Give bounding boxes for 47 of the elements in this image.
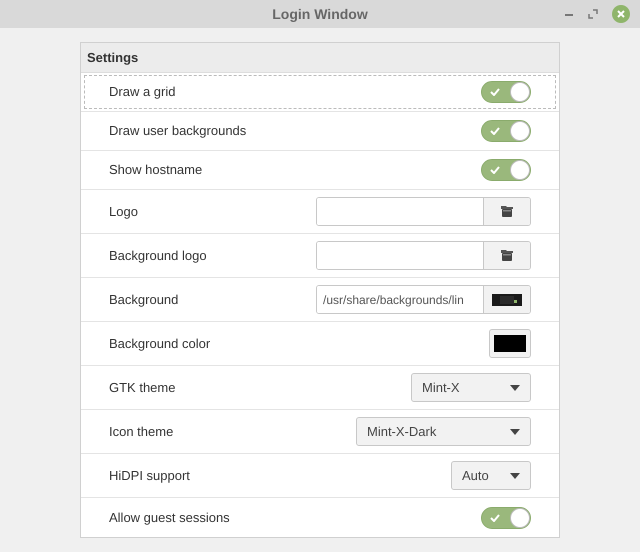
setting-row[interactable]: Logo (84, 192, 556, 231)
check-icon (490, 166, 500, 174)
setting-label: Background logo (109, 246, 207, 265)
section-title: Settings (87, 48, 138, 67)
browse-button[interactable] (483, 242, 530, 269)
setting-row[interactable]: HiDPI support Auto (84, 456, 556, 495)
setting-label: Allow guest sessions (109, 508, 230, 527)
setting-row[interactable]: Background logo (84, 236, 556, 275)
dropdown[interactable]: Mint-X (411, 373, 531, 402)
file-chooser[interactable]: /usr/share/backgrounds/lin (316, 285, 531, 314)
folder-icon (500, 205, 514, 218)
caret-icon (510, 384, 520, 390)
setting-label: Draw user backgrounds (109, 122, 246, 140)
setting-row[interactable]: Draw user backgrounds (84, 114, 556, 148)
toggle-switch[interactable] (481, 120, 531, 142)
check-icon (490, 88, 500, 96)
check-icon (490, 514, 500, 522)
check-icon (490, 127, 500, 135)
browse-button[interactable] (483, 198, 530, 225)
setting-row[interactable]: Draw a grid (84, 75, 556, 109)
setting-row[interactable]: GTK theme Mint-X (84, 368, 556, 407)
browse-button[interactable] (483, 286, 530, 313)
dropdown[interactable]: Mint-X-Dark (356, 417, 531, 446)
close-icon[interactable] (612, 5, 630, 23)
setting-label: Background (109, 290, 178, 309)
setting-label: Icon theme (109, 422, 174, 441)
setting-row[interactable]: Allow guest sessions (84, 500, 556, 535)
color-button[interactable] (489, 329, 531, 358)
caret-icon (510, 428, 520, 434)
toggle-switch[interactable] (481, 506, 531, 528)
setting-label: HiDPI support (109, 466, 190, 485)
setting-label: Show hostname (109, 161, 202, 180)
setting-row[interactable]: Background color (84, 324, 556, 363)
maximize-icon[interactable] (588, 9, 598, 19)
setting-label: GTK theme (109, 378, 176, 397)
toggle-switch[interactable] (481, 159, 531, 181)
setting-label: Draw a grid (109, 83, 176, 102)
dropdown[interactable]: Auto (451, 461, 531, 490)
caret-icon (510, 472, 520, 478)
setting-label: Logo (109, 202, 138, 221)
setting-label: Background color (109, 334, 210, 353)
setting-row[interactable]: Icon theme Mint-X-Dark (84, 412, 556, 451)
setting-row[interactable]: Background /usr/share/backgrounds/lin (84, 280, 556, 319)
window-title: Login Window (272, 4, 368, 24)
folder-icon (500, 249, 514, 262)
toggle-switch[interactable] (481, 81, 531, 103)
setting-row[interactable]: Show hostname (84, 153, 556, 187)
